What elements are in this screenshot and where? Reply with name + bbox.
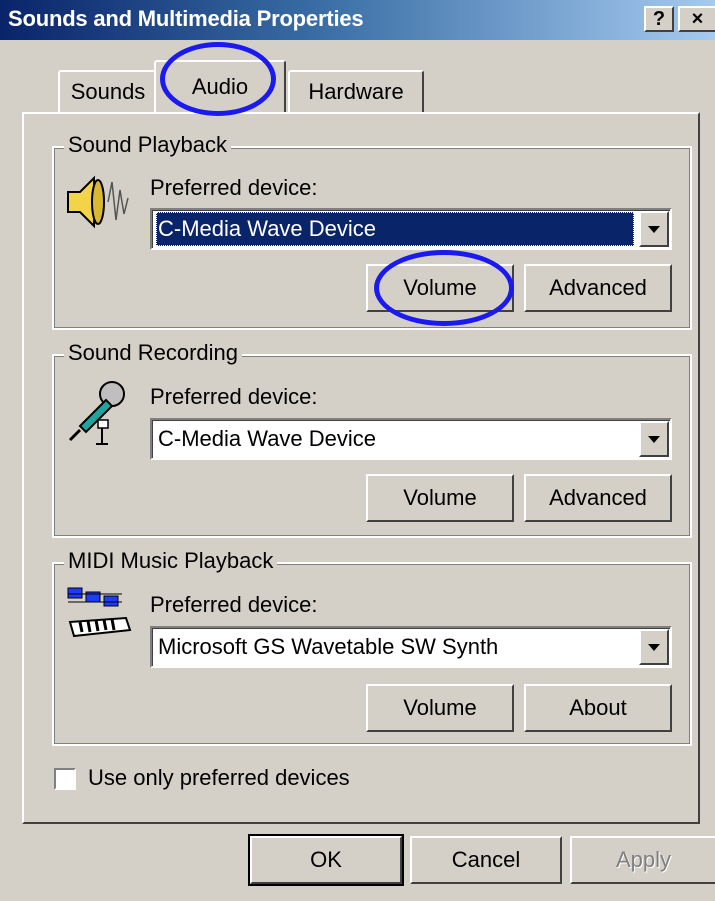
recording-volume-label: Volume bbox=[403, 485, 477, 510]
tab-sounds-label: Sounds bbox=[70, 79, 146, 104]
tab-sounds[interactable]: Sounds bbox=[58, 70, 158, 112]
playback-volume-button[interactable]: Volume bbox=[366, 264, 514, 312]
playback-advanced-label: Advanced bbox=[549, 275, 647, 300]
apply-label: Apply bbox=[615, 847, 672, 872]
midi-volume-button[interactable]: Volume bbox=[366, 684, 514, 732]
group-sound-recording-title: Sound Recording bbox=[64, 340, 243, 366]
help-icon: ? bbox=[652, 7, 666, 30]
recording-dropdown-button[interactable] bbox=[639, 421, 669, 457]
chevron-down-icon bbox=[648, 225, 660, 233]
playback-device-select[interactable]: C-Media Wave Device bbox=[150, 208, 672, 250]
midi-dropdown-button[interactable] bbox=[639, 629, 669, 665]
playback-preferred-label: Preferred device: bbox=[150, 175, 318, 200]
window-title: Sounds and Multimedia Properties bbox=[8, 6, 364, 31]
midi-about-button[interactable]: About bbox=[524, 684, 672, 732]
help-button[interactable]: ? bbox=[644, 6, 674, 32]
chevron-down-icon bbox=[648, 435, 660, 443]
ok-label: OK bbox=[310, 847, 342, 872]
close-icon: × bbox=[691, 7, 704, 30]
tab-hardware-label: Hardware bbox=[308, 79, 404, 104]
group-sound-playback-title: Sound Playback bbox=[64, 132, 231, 158]
recording-advanced-button[interactable]: Advanced bbox=[524, 474, 672, 522]
microphone-icon bbox=[68, 381, 125, 445]
recording-preferred-label: Preferred device: bbox=[150, 384, 318, 409]
recording-advanced-label: Advanced bbox=[549, 485, 647, 510]
close-button[interactable]: × bbox=[678, 6, 715, 32]
tab-audio-label: Audio bbox=[191, 74, 249, 99]
cancel-button[interactable]: Cancel bbox=[410, 836, 562, 884]
ok-button[interactable]: OK bbox=[248, 834, 404, 886]
playback-device-value: C-Media Wave Device bbox=[156, 212, 634, 246]
use-only-preferred-checkbox[interactable] bbox=[54, 768, 76, 790]
apply-button: Apply bbox=[570, 836, 715, 884]
midi-device-value: Microsoft GS Wavetable SW Synth bbox=[158, 634, 499, 659]
chevron-down-icon bbox=[648, 643, 660, 651]
midi-volume-label: Volume bbox=[403, 695, 477, 720]
recording-device-value: C-Media Wave Device bbox=[158, 426, 377, 451]
speaker-icon bbox=[67, 175, 129, 229]
title-bar[interactable]: Sounds and Multimedia Properties ? × bbox=[0, 0, 715, 40]
recording-volume-button[interactable]: Volume bbox=[366, 474, 514, 522]
playback-volume-label: Volume bbox=[403, 275, 477, 300]
playback-advanced-button[interactable]: Advanced bbox=[524, 264, 672, 312]
midi-preferred-label: Preferred device: bbox=[150, 592, 318, 617]
tab-audio[interactable]: Audio bbox=[154, 60, 286, 112]
midi-keyboard-icon bbox=[67, 587, 132, 638]
tab-hardware[interactable]: Hardware bbox=[288, 70, 424, 112]
use-only-preferred-label[interactable]: Use only preferred devices bbox=[88, 765, 350, 791]
midi-about-label: About bbox=[569, 695, 627, 720]
playback-dropdown-button[interactable] bbox=[639, 211, 669, 247]
midi-device-select[interactable]: Microsoft GS Wavetable SW Synth bbox=[150, 626, 672, 668]
cancel-label: Cancel bbox=[451, 847, 521, 872]
group-midi-playback-title: MIDI Music Playback bbox=[64, 548, 278, 574]
recording-device-select[interactable]: C-Media Wave Device bbox=[150, 418, 672, 460]
